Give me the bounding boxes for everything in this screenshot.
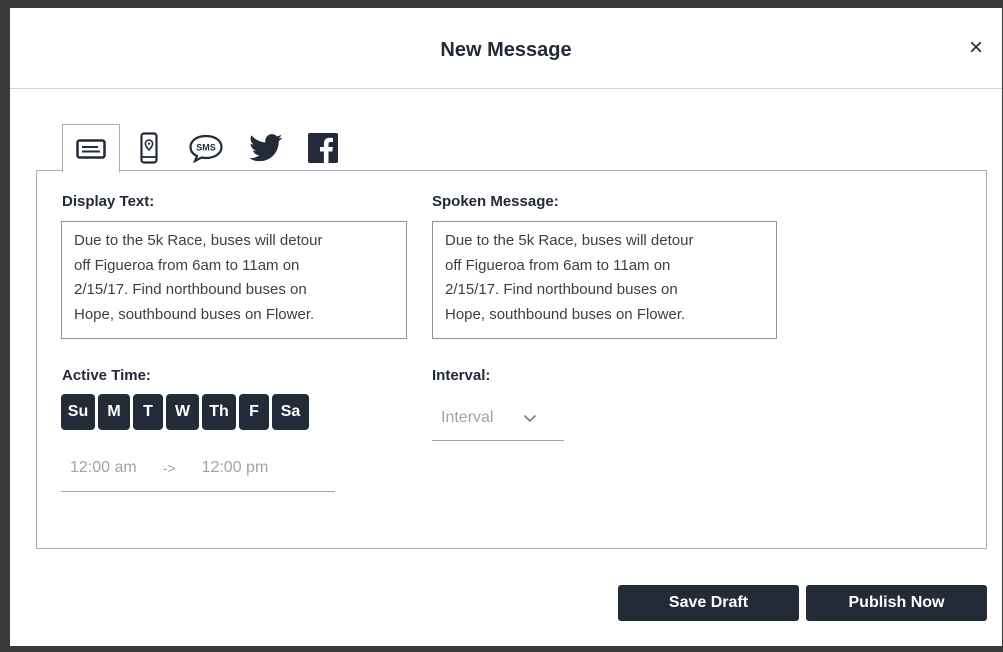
publish-now-button[interactable]: Publish Now <box>806 585 987 621</box>
active-time-label: Active Time: <box>62 367 151 384</box>
spoken-message-field[interactable]: Due to the 5k Race, buses will detour of… <box>432 221 777 339</box>
tab-phone-location[interactable] <box>134 124 164 171</box>
tab-twitter[interactable] <box>248 124 284 171</box>
end-time-input[interactable]: 12:00 pm <box>202 459 269 477</box>
interval-select[interactable]: Interval <box>432 396 564 441</box>
start-time-input[interactable]: 12:00 am <box>70 459 137 477</box>
spoken-message-line: Hope, southbound buses on Flower. <box>445 305 686 323</box>
modal-title: New Message <box>440 39 572 61</box>
display-text-label: Display Text: <box>62 193 155 210</box>
spoken-message-line: off Figueroa from 6am to 11am on <box>445 256 671 274</box>
modal-header: New Message × <box>10 8 1002 89</box>
spoken-message-line: 2/15/17. Find northbound buses on <box>445 281 678 298</box>
day-button-t[interactable]: T <box>133 394 163 430</box>
chevron-down-icon <box>524 414 537 422</box>
sms-icon: SMS <box>189 134 223 163</box>
display-text-line: Due to the 5k Race, buses will detour <box>74 232 323 249</box>
display-text-line: 2/15/17. Find northbound buses on <box>74 281 307 298</box>
display-text-line: off Figueroa from 6am to 11am on <box>74 256 300 274</box>
day-button-su[interactable]: Su <box>61 394 95 430</box>
spoken-message-line: Due to the 5k Race, buses will detour <box>445 232 694 249</box>
day-button-m[interactable]: M <box>98 394 130 430</box>
interval-label: Interval: <box>432 367 491 384</box>
time-range-arrow: -> <box>162 460 176 476</box>
day-button-f[interactable]: F <box>239 394 269 430</box>
display-text-line: Hope, southbound buses on Flower. <box>74 305 315 323</box>
active-time-range: 12:00 am -> 12:00 pm <box>61 445 335 492</box>
day-selector: Su M T W Th F Sa <box>61 394 312 430</box>
sms-icon-label: SMS <box>196 142 216 152</box>
new-message-modal: New Message × SMS Display Text: Due to t… <box>10 8 1002 646</box>
facebook-icon <box>308 132 338 163</box>
spoken-message-label: Spoken Message: <box>432 193 559 210</box>
day-button-th[interactable]: Th <box>202 394 236 430</box>
phone-location-icon <box>140 131 158 164</box>
interval-select-value: Interval <box>441 409 494 426</box>
day-button-w[interactable]: W <box>166 394 199 430</box>
tab-facebook[interactable] <box>306 124 340 171</box>
tab-message[interactable] <box>62 124 120 173</box>
save-draft-button[interactable]: Save Draft <box>618 585 799 621</box>
day-button-sa[interactable]: Sa <box>272 394 309 430</box>
tab-sms[interactable]: SMS <box>186 124 226 171</box>
display-text-field[interactable]: Due to the 5k Race, buses will detour of… <box>61 221 407 339</box>
twitter-icon <box>249 133 283 161</box>
message-icon <box>76 138 106 159</box>
close-button[interactable]: × <box>964 36 988 60</box>
